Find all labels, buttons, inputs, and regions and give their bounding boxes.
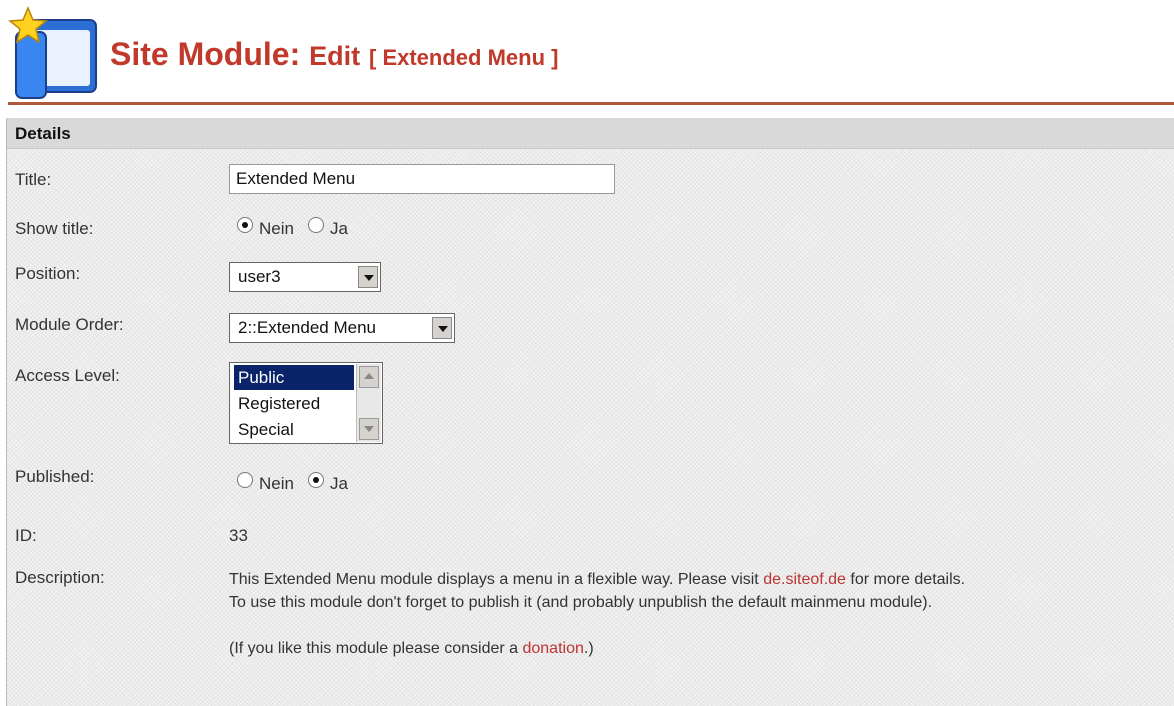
published-radio-group: Nein Ja <box>237 472 362 494</box>
show-title-nein-radio[interactable] <box>237 217 253 233</box>
published-nein-label[interactable]: Nein <box>259 474 294 494</box>
access-level-option-registered[interactable]: Registered <box>234 391 354 416</box>
title-label: Title: <box>15 170 52 189</box>
siteof-link[interactable]: de.siteof.de <box>763 571 846 588</box>
page-title-module: [ Extended Menu ] <box>369 45 559 70</box>
description-label: Description: <box>15 568 105 587</box>
access-level-option-public[interactable]: Public <box>234 365 354 390</box>
header-divider <box>8 102 1174 105</box>
show-title-nein-label[interactable]: Nein <box>259 219 294 239</box>
access-level-listbox[interactable]: Public Registered Special <box>229 362 383 444</box>
published-ja-radio[interactable] <box>307 472 324 488</box>
title-input[interactable] <box>229 164 615 194</box>
page-title: Site Module: Edit [ Extended Menu ] <box>110 36 558 73</box>
page-header: Site Module: Edit [ Extended Menu ] <box>0 0 1174 104</box>
show-title-radio-group: Nein Ja <box>237 217 362 239</box>
module-window-star-icon <box>8 6 97 99</box>
module-order-select[interactable]: 2::Extended Menu <box>229 313 455 343</box>
show-title-ja-label[interactable]: Ja <box>330 219 348 239</box>
description-line-3-text: (If you like this module please consider… <box>229 640 523 657</box>
description-line-2: To use this module don't forget to publi… <box>229 594 933 611</box>
donation-link[interactable]: donation <box>522 640 583 657</box>
description-line-1-tail: for more details. <box>845 571 966 588</box>
chevron-down-icon[interactable] <box>432 317 452 339</box>
published-nein-radio[interactable] <box>237 472 253 488</box>
published-label: Published: <box>15 467 95 486</box>
published-ja-label[interactable]: Ja <box>330 474 348 494</box>
details-heading-label: Details <box>15 124 71 143</box>
description-line-1: This Extended Menu module displays a men… <box>229 568 1174 591</box>
show-title-ja-radio[interactable] <box>307 217 324 233</box>
details-heading: Details <box>7 118 1174 149</box>
page-title-main: Site Module: <box>110 36 301 72</box>
description-text: This Extended Menu module displays a men… <box>229 568 1174 660</box>
page-title-edit: Edit <box>309 41 361 71</box>
scroll-up-icon[interactable] <box>359 366 379 388</box>
position-label: Position: <box>15 264 81 283</box>
scroll-down-icon[interactable] <box>359 418 379 440</box>
id-label: ID: <box>15 526 37 545</box>
id-value: 33 <box>229 526 248 545</box>
description-line-1-text: This Extended Menu module displays a men… <box>229 571 764 588</box>
details-panel: Details Title: Show title: Nein Ja Posit… <box>6 118 1174 706</box>
access-level-scrollbar[interactable] <box>356 364 381 442</box>
module-order-label: Module Order: <box>15 315 124 334</box>
show-title-label: Show title: <box>15 219 94 238</box>
access-level-option-special[interactable]: Special <box>234 417 354 442</box>
description-line-3-tail: .) <box>583 640 594 657</box>
description-line-3: (If you like this module please consider… <box>229 637 1174 660</box>
position-select[interactable]: user3 <box>229 262 381 292</box>
module-order-select-value: 2::Extended Menu <box>238 318 376 337</box>
chevron-down-icon[interactable] <box>358 266 378 288</box>
position-select-value: user3 <box>238 267 281 286</box>
access-level-label: Access Level: <box>15 366 120 385</box>
